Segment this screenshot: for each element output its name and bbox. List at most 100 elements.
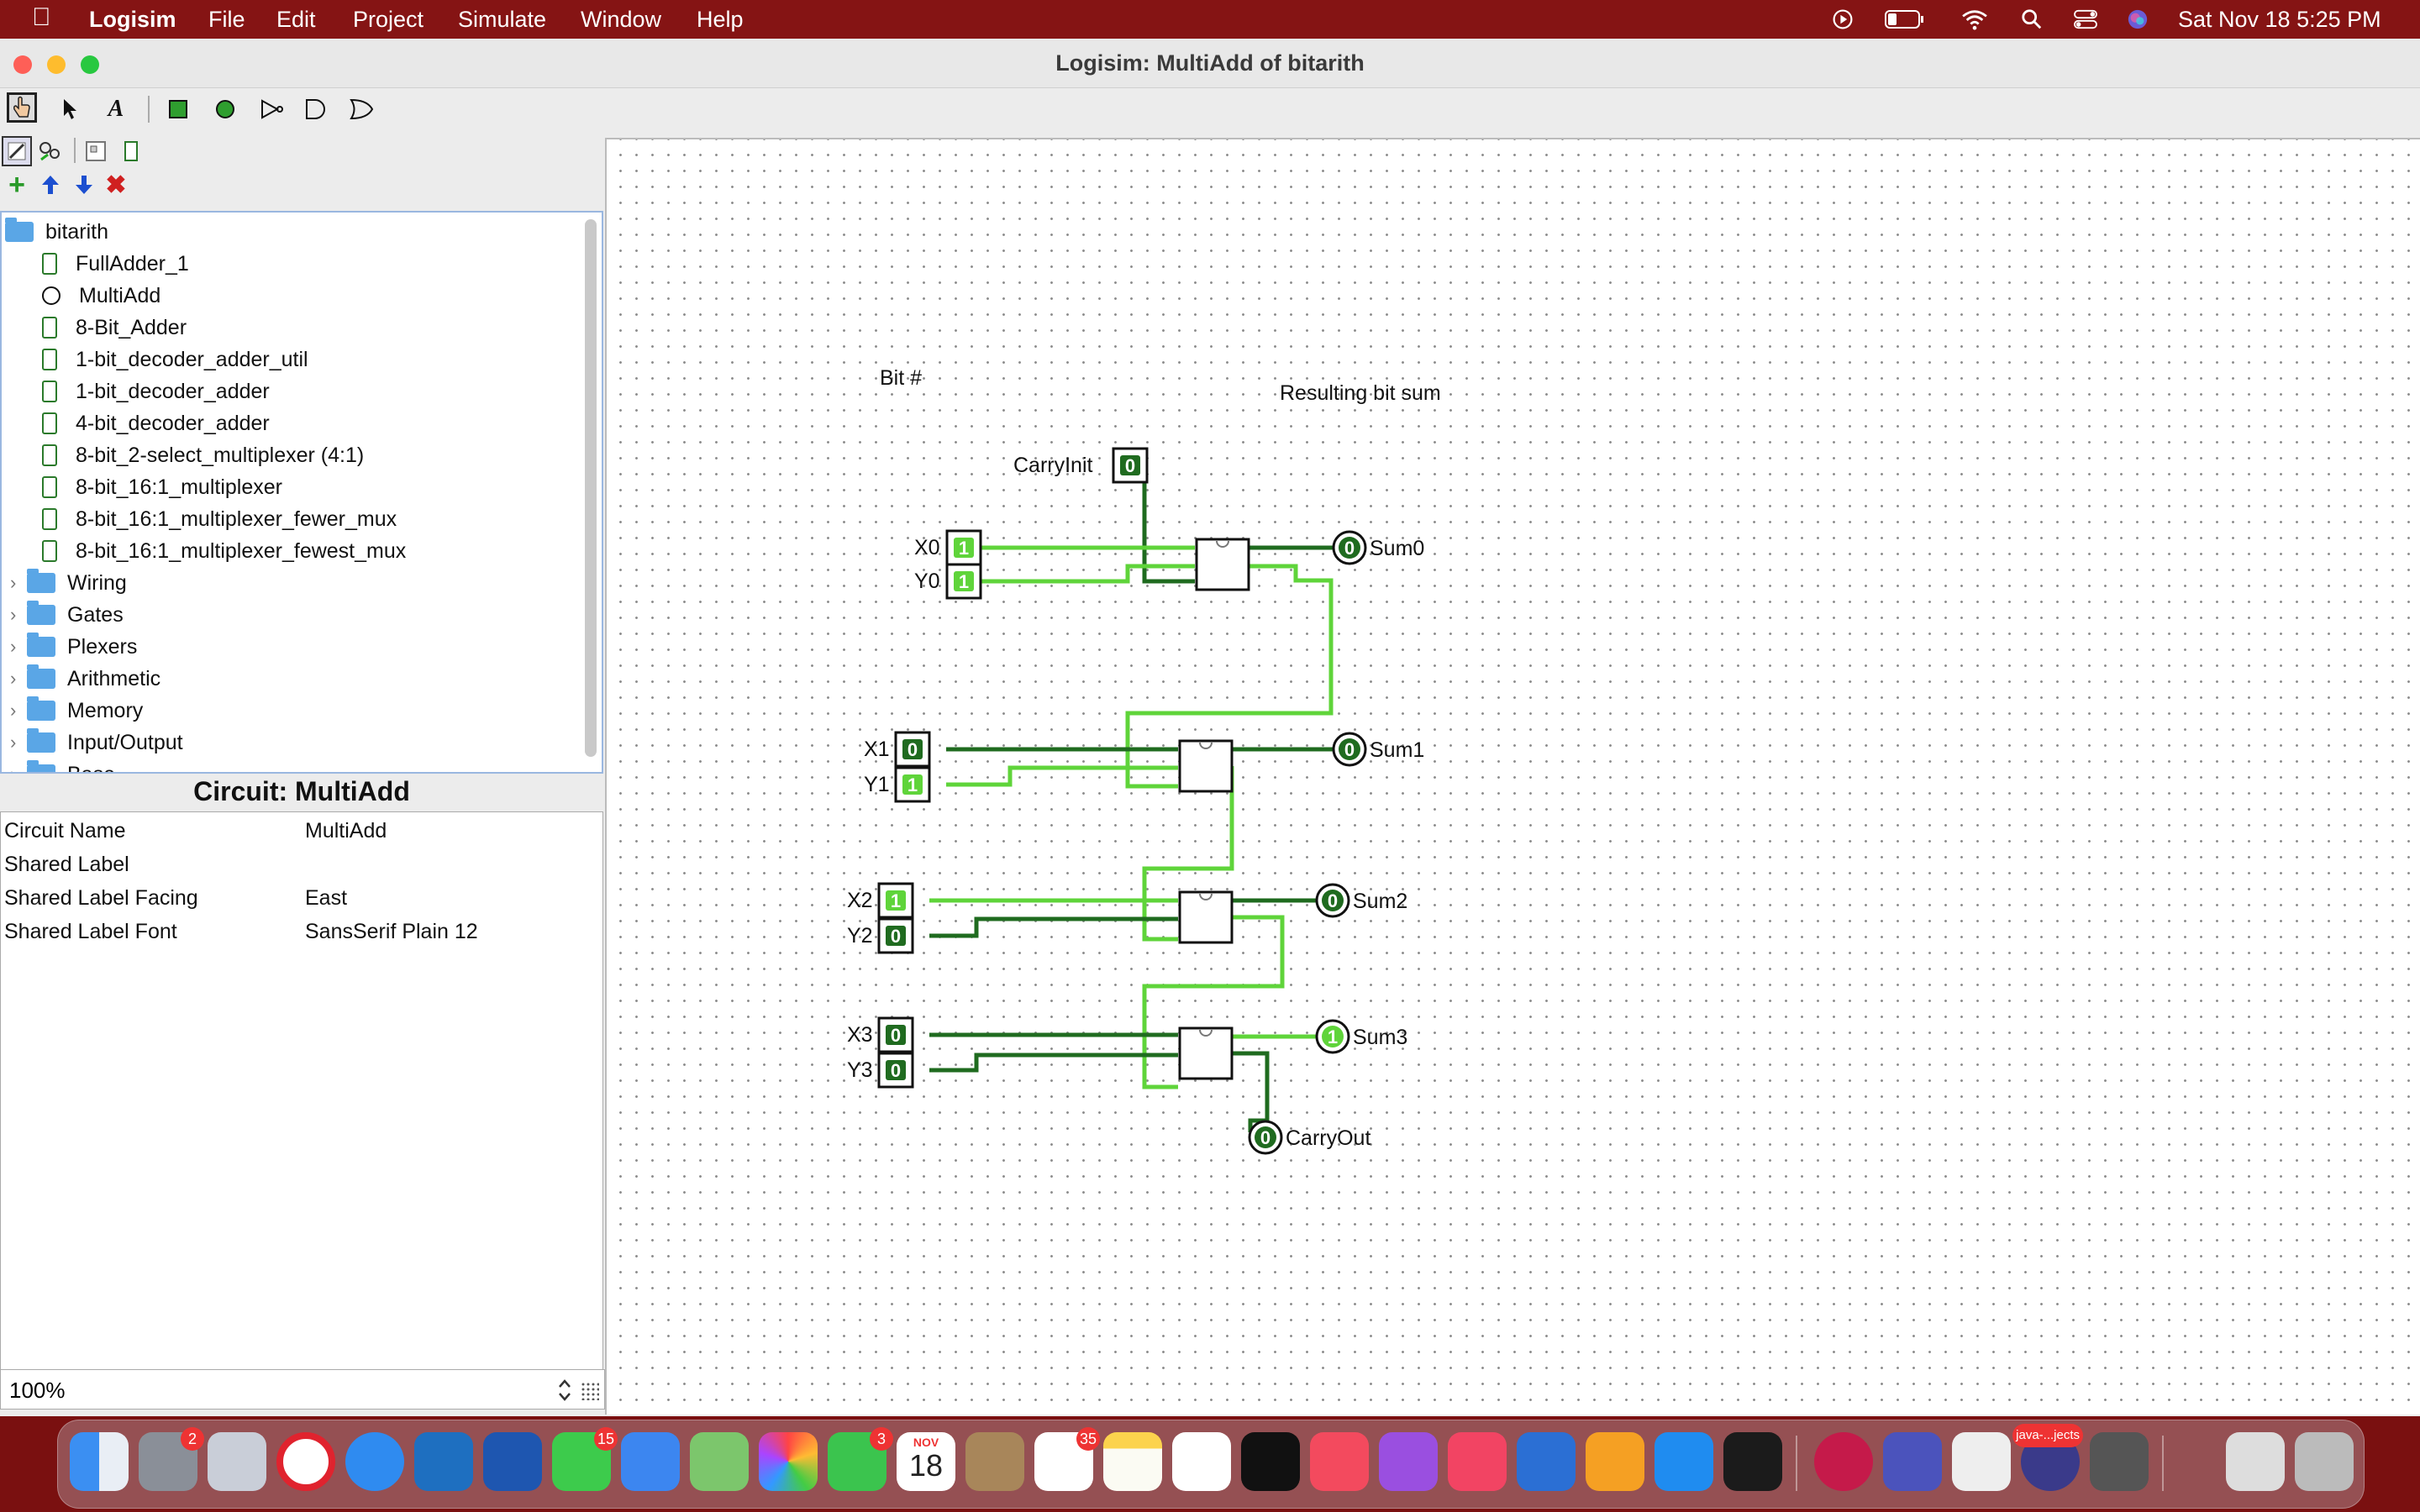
expand-chevron-icon[interactable]: ›	[10, 668, 27, 690]
system-settings-icon[interactable]: 2	[139, 1427, 204, 1491]
circuit-item[interactable]: 1-bit_decoder_adder	[42, 375, 270, 407]
app-store-icon[interactable]	[1655, 1432, 1713, 1491]
pin-value[interactable]: 0	[891, 1025, 901, 1046]
zoom-stepper-icon[interactable]	[555, 1377, 574, 1404]
pin-label[interactable]: Sum3	[1353, 1026, 1407, 1049]
apple-menu-icon[interactable]: 	[32, 3, 51, 32]
terminal-icon[interactable]	[1723, 1432, 1782, 1491]
pin-label[interactable]: CarryOut	[1286, 1126, 1370, 1150]
library-folder[interactable]: › Arithmetic	[10, 663, 160, 695]
pin-value[interactable]: 0	[1328, 890, 1338, 911]
teams-icon[interactable]	[1883, 1432, 1942, 1491]
wire[interactable]	[929, 1053, 1178, 1073]
pin-label[interactable]: Sum0	[1370, 537, 1424, 560]
apple-tv-icon[interactable]	[1241, 1432, 1300, 1491]
news-icon[interactable]	[1448, 1432, 1507, 1491]
poke-tool-icon[interactable]	[7, 92, 37, 123]
attr-value[interactable]: MultiAdd	[305, 819, 387, 843]
safari-icon[interactable]	[345, 1432, 404, 1491]
grid-toggle-icon[interactable]	[581, 1382, 599, 1400]
pin-value[interactable]: 1	[1328, 1026, 1338, 1047]
circuit-item[interactable]: FullAdder_1	[42, 248, 189, 280]
wifi-icon[interactable]	[1960, 8, 1990, 30]
calendar-icon[interactable]: NOV 18	[897, 1432, 955, 1491]
delete-circuit-icon[interactable]: ✖	[101, 170, 131, 200]
text-tool-icon[interactable]: A	[101, 94, 131, 124]
layout-view-icon[interactable]	[81, 136, 111, 166]
music-icon[interactable]	[1310, 1432, 1369, 1491]
pin-label[interactable]: X0	[914, 536, 940, 559]
pin-label[interactable]: Sum1	[1370, 738, 1424, 762]
add-circuit-icon[interactable]: +	[2, 169, 32, 201]
circuit-item[interactable]: 8-bit_2-select_multiplexer (4:1)	[42, 439, 364, 471]
zoom-value[interactable]: 100%	[9, 1378, 66, 1404]
photos-icon[interactable]	[759, 1432, 818, 1491]
appearance-view-icon[interactable]	[116, 136, 146, 166]
edit-circuit-icon[interactable]	[2, 136, 32, 166]
attr-value[interactable]: East	[305, 886, 347, 911]
pin-value[interactable]: 0	[1125, 455, 1135, 476]
siri-icon[interactable]	[2126, 8, 2149, 30]
document-preview-icon[interactable]	[2226, 1432, 2285, 1491]
wire[interactable]	[964, 564, 1195, 584]
expand-chevron-icon[interactable]: ›	[10, 572, 27, 594]
mail-icon[interactable]	[621, 1432, 680, 1491]
circuit-item[interactable]: MultiAdd	[42, 280, 160, 312]
freeform-icon[interactable]	[1172, 1432, 1231, 1491]
wire[interactable]	[946, 765, 1178, 787]
vscode-icon[interactable]	[414, 1432, 473, 1491]
attr-row-shared-label-font[interactable]: Shared Label Font SansSerif Plain 12	[4, 920, 478, 952]
opera-icon[interactable]	[276, 1432, 335, 1491]
components[interactable]: 0 CarryInit 1 X0 1 Y0 0 X1 1 Y1 1 X2 0 Y2 0 X3 0 Y3 0 Sum0 0…	[847, 447, 1424, 1155]
expand-chevron-icon[interactable]: ›	[10, 604, 27, 626]
library-folder[interactable]: › Wiring	[10, 567, 127, 599]
pin-label[interactable]: X1	[864, 738, 890, 761]
circuit-canvas[interactable]: 0 CarryInit 1 X0 1 Y0 0 X1 1 Y1 1 X2 0 Y2 0 X3 0 Y3 0 Sum0 0…	[605, 138, 2420, 1415]
play-status-icon[interactable]	[1830, 8, 1855, 30]
notes-icon[interactable]	[1103, 1432, 1162, 1491]
reminders-icon[interactable]: 35	[1034, 1427, 1100, 1491]
pin-label[interactable]: Y0	[914, 570, 940, 593]
pin-value[interactable]: 1	[959, 538, 969, 559]
circuit-item[interactable]: 4-bit_decoder_adder	[42, 407, 270, 439]
finder-icon[interactable]	[70, 1432, 129, 1491]
library-folder[interactable]: › Input/Output	[10, 727, 183, 759]
library-folder[interactable]: › Gates	[10, 599, 124, 631]
launchpad-icon[interactable]	[208, 1432, 266, 1491]
pin-value[interactable]: 0	[908, 739, 918, 760]
project-folder-bitarith[interactable]: bitarith	[5, 216, 108, 248]
expand-chevron-icon[interactable]: ›	[10, 764, 27, 772]
pin-label[interactable]: Sum2	[1353, 890, 1407, 913]
menu-file[interactable]: File	[208, 7, 245, 33]
raspberry-pi-imager-icon[interactable]	[1814, 1432, 1873, 1491]
pin-value[interactable]: 0	[1260, 1127, 1270, 1148]
pin-value[interactable]: 0	[891, 1060, 901, 1081]
menu-window[interactable]: Window	[581, 7, 661, 33]
and-gate-tool-icon[interactable]	[301, 94, 331, 124]
menu-simulate[interactable]: Simulate	[458, 7, 546, 33]
output-pin-tool-icon[interactable]	[210, 94, 240, 124]
textedit-icon[interactable]	[1952, 1432, 2011, 1491]
pin-value[interactable]: 1	[908, 774, 918, 795]
attr-row-shared-label-facing[interactable]: Shared Label Facing East	[4, 886, 347, 918]
circuit-drawing[interactable]: 0 CarryInit 1 X0 1 Y0 0 X1 1 Y1 1 X2 0 Y2 0 X3 0 Y3 0 Sum0 0…	[607, 139, 2420, 1416]
circuit-item[interactable]: 1-bit_decoder_adder_util	[42, 344, 308, 375]
wires[interactable]	[929, 463, 1338, 1132]
explorer-scrollbar[interactable]	[585, 219, 597, 757]
pin-value[interactable]: 0	[1344, 538, 1355, 559]
expand-chevron-icon[interactable]: ›	[10, 636, 27, 658]
library-folder[interactable]: › Base	[10, 759, 115, 772]
app-menu[interactable]: Logisim	[89, 7, 176, 33]
or-gate-tool-icon[interactable]	[346, 94, 376, 124]
move-down-icon[interactable]	[69, 170, 99, 200]
word-icon[interactable]	[483, 1432, 542, 1491]
pin-label[interactable]: X2	[847, 889, 873, 912]
control-center-icon[interactable]	[2072, 8, 2099, 30]
maps-icon[interactable]	[690, 1432, 749, 1491]
contacts-icon[interactable]	[965, 1432, 1024, 1491]
pin-value[interactable]: 0	[891, 926, 901, 947]
messages-icon[interactable]: 15	[552, 1427, 618, 1491]
pin-value[interactable]: 1	[891, 890, 901, 911]
pin-label[interactable]: Y1	[864, 773, 890, 796]
battery-icon[interactable]	[1884, 8, 1926, 30]
